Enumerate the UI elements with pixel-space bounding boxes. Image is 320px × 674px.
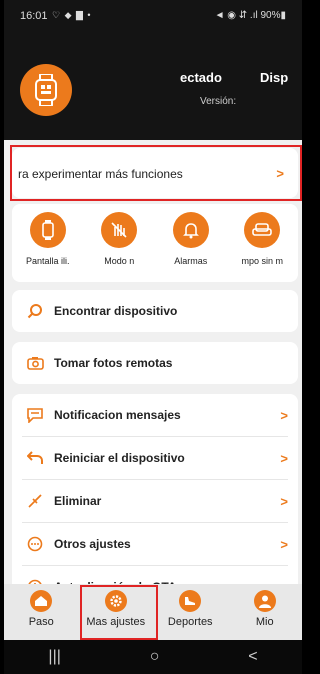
nav-tab-label: Paso bbox=[28, 616, 54, 628]
shoe-icon bbox=[179, 590, 202, 612]
settings-item-notifications[interactable]: Notificacion mensajes > bbox=[12, 394, 298, 436]
device-label: Disp bbox=[260, 70, 289, 85]
message-icon bbox=[26, 406, 44, 424]
status-left-icons: ♡ ◆ ▇ • bbox=[52, 10, 92, 20]
watch-screen-icon bbox=[29, 212, 66, 248]
home-button-icon[interactable]: ○ bbox=[150, 648, 160, 666]
connection-status: ectado bbox=[180, 70, 222, 85]
nav-tab-label: Deportes bbox=[167, 616, 213, 628]
app-screen: 16:01 ♡ ◆ ▇ • ◄ ◉ ⇵ .ıl 90%▮ ectado Disp… bbox=[4, 0, 302, 674]
chevron-right-icon: > bbox=[280, 536, 288, 552]
status-right-icons: ◄ ◉ ⇵ .ıl 90%▮ bbox=[214, 10, 286, 21]
device-header: 16:01 ♡ ◆ ▇ • ◄ ◉ ⇵ .ıl 90%▮ ectado Disp… bbox=[4, 0, 302, 140]
find-device-label: Encontrar dispositivo bbox=[54, 304, 178, 318]
status-time: 16:01 bbox=[20, 10, 48, 22]
restart-arrow-icon bbox=[26, 449, 44, 467]
quick-actions: Pantalla ili. Modo n Alarmas mpo sin m bbox=[12, 204, 298, 282]
system-nav-bar: ||| ○ < bbox=[4, 640, 302, 674]
camera-icon bbox=[26, 354, 44, 372]
sofa-icon bbox=[244, 212, 281, 248]
nav-tab-steps[interactable]: Paso bbox=[4, 584, 79, 640]
status-bar: 16:01 ♡ ◆ ▇ • ◄ ◉ ⇵ .ıl 90%▮ bbox=[4, 0, 302, 30]
quick-action-alarms[interactable]: Alarmas bbox=[158, 212, 224, 282]
nav-tab-profile[interactable]: Mio bbox=[228, 584, 303, 640]
home-icon bbox=[30, 590, 53, 612]
chevron-right-icon: > bbox=[280, 493, 288, 509]
quick-action-screen[interactable]: Pantalla ili. bbox=[15, 212, 81, 282]
broom-icon bbox=[26, 492, 44, 510]
quick-action-sedentary[interactable]: mpo sin m bbox=[229, 212, 295, 282]
no-disturb-hand-icon bbox=[101, 212, 138, 248]
chevron-right-icon: > bbox=[280, 450, 288, 466]
back-icon[interactable]: < bbox=[248, 648, 257, 666]
settings-item-label: Otros ajustes bbox=[54, 537, 131, 551]
search-icon bbox=[26, 302, 44, 320]
quick-action-mode[interactable]: Modo n bbox=[86, 212, 152, 282]
settings-item-restart[interactable]: Reiniciar el dispositivo > bbox=[12, 437, 298, 479]
settings-item-label: Eliminar bbox=[54, 494, 102, 508]
nav-tab-label: Mio bbox=[255, 616, 274, 628]
quick-action-label: Modo n bbox=[104, 256, 135, 266]
highlight-frame-more-settings bbox=[80, 585, 158, 640]
settings-item-label: Reiniciar el dispositivo bbox=[54, 451, 185, 465]
person-icon bbox=[253, 590, 276, 612]
quick-action-label: Alarmas bbox=[174, 256, 208, 266]
settings-item-delete[interactable]: Eliminar > bbox=[12, 480, 298, 522]
more-options-icon bbox=[26, 535, 44, 553]
highlight-frame-promo bbox=[10, 145, 302, 201]
bell-icon bbox=[172, 212, 209, 248]
settings-list: Notificacion mensajes > Reiniciar el dis… bbox=[12, 394, 298, 600]
nav-tab-sports[interactable]: Deportes bbox=[153, 584, 228, 640]
chevron-right-icon: > bbox=[280, 407, 288, 423]
watch-icon[interactable] bbox=[20, 64, 72, 116]
settings-item-other[interactable]: Otros ajustes > bbox=[12, 523, 298, 565]
remote-photos-card[interactable]: Tomar fotos remotas bbox=[12, 342, 298, 384]
remote-photos-label: Tomar fotos remotas bbox=[54, 356, 173, 370]
quick-action-label: mpo sin m bbox=[241, 256, 283, 266]
recent-apps-icon[interactable]: ||| bbox=[48, 648, 60, 666]
quick-action-label: Pantalla ili. bbox=[25, 256, 70, 266]
settings-item-label: Notificacion mensajes bbox=[54, 408, 181, 422]
version-label: Versión: bbox=[200, 96, 237, 107]
find-device-card[interactable]: Encontrar dispositivo bbox=[12, 290, 298, 332]
